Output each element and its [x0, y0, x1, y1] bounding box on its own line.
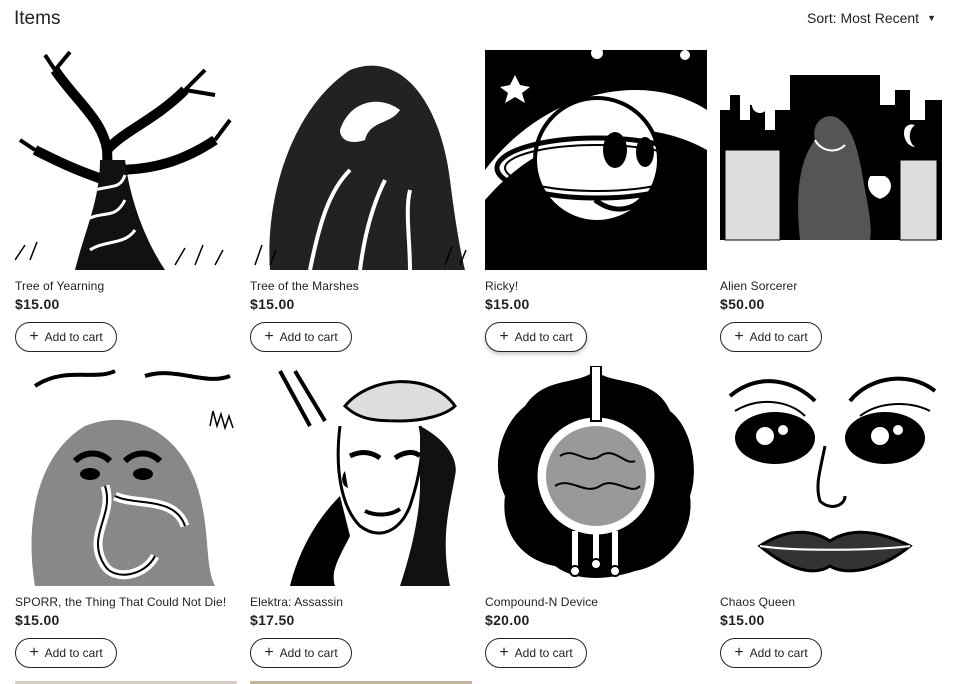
add-to-cart-label: Add to cart — [44, 646, 103, 660]
add-to-cart-button[interactable]: + Add to cart — [15, 322, 117, 352]
add-to-cart-label: Add to cart — [279, 330, 338, 344]
alien-sorcerer-artwork — [720, 50, 942, 270]
add-to-cart-button[interactable]: + Add to cart — [15, 638, 117, 668]
add-to-cart-label: Add to cart — [749, 646, 808, 660]
compound-n-artwork — [485, 366, 707, 586]
plus-icon: + — [734, 644, 744, 661]
elektra-artwork — [250, 366, 472, 586]
listing-card[interactable]: Tree of the Marshes $15.00 + Add to cart — [250, 50, 472, 352]
listing-card[interactable]: Chaos Queen $15.00 + Add to cart — [720, 366, 942, 668]
ricky-planet-artwork — [485, 50, 707, 270]
sort-label: Sort: Most Recent — [807, 10, 920, 26]
add-to-cart-label: Add to cart — [749, 330, 808, 344]
sporr-artwork — [15, 366, 237, 586]
sort-dropdown[interactable]: Sort: Most Recent ▼ — [807, 10, 936, 26]
listing-price: $15.00 — [485, 296, 530, 312]
listing-title[interactable]: Tree of Yearning — [15, 279, 237, 293]
listing-card[interactable]: SPORR, the Thing That Could Not Die! $15… — [15, 366, 237, 668]
add-to-cart-button[interactable]: + Add to cart — [250, 322, 352, 352]
plus-icon: + — [499, 644, 509, 661]
add-to-cart-button[interactable]: + Add to cart — [485, 322, 587, 352]
listing-image[interactable] — [485, 366, 707, 586]
add-to-cart-label: Add to cart — [44, 330, 103, 344]
add-to-cart-button[interactable]: + Add to cart — [720, 638, 822, 668]
listing-price: $17.50 — [250, 612, 295, 628]
plus-icon: + — [264, 328, 274, 345]
listing-image[interactable] — [250, 50, 472, 270]
listing-image[interactable] — [250, 366, 472, 586]
listing-price: $15.00 — [250, 296, 295, 312]
listing-image[interactable] — [485, 50, 707, 270]
caret-down-icon: ▼ — [927, 13, 936, 23]
listing-title[interactable]: Alien Sorcerer — [720, 279, 942, 293]
listing-price: $20.00 — [485, 612, 530, 628]
listing-card[interactable]: Ricky! $15.00 + Add to cart — [485, 50, 707, 352]
listing-card[interactable]: Elektra: Assassin $17.50 + Add to cart — [250, 366, 472, 668]
plus-icon: + — [264, 644, 274, 661]
listing-title[interactable]: Chaos Queen — [720, 595, 942, 609]
items-header: Items Sort: Most Recent ▼ — [14, 8, 944, 30]
add-to-cart-button[interactable]: + Add to cart — [720, 322, 822, 352]
add-to-cart-label: Add to cart — [514, 330, 573, 344]
listing-title[interactable]: Elektra: Assassin — [250, 595, 472, 609]
add-to-cart-button[interactable]: + Add to cart — [485, 638, 587, 668]
listing-price: $50.00 — [720, 296, 765, 312]
listing-price: $15.00 — [15, 296, 60, 312]
listing-price: $15.00 — [720, 612, 765, 628]
add-to-cart-label: Add to cart — [514, 646, 573, 660]
plus-icon: + — [29, 328, 39, 345]
listing-title[interactable]: Ricky! — [485, 279, 707, 293]
listing-image[interactable] — [15, 50, 237, 270]
add-to-cart-button[interactable]: + Add to cart — [250, 638, 352, 668]
listing-card[interactable]: Compound-N Device $20.00 + Add to cart — [485, 366, 707, 668]
marsh-artwork — [250, 50, 472, 270]
listing-price: $15.00 — [15, 612, 60, 628]
listing-card[interactable]: Tree of Yearning $15.00 + Add to cart — [15, 50, 237, 352]
listing-image[interactable] — [720, 366, 942, 586]
listing-title[interactable]: Compound-N Device — [485, 595, 707, 609]
plus-icon: + — [734, 328, 744, 345]
tree-artwork — [15, 50, 237, 270]
plus-icon: + — [499, 328, 509, 345]
listing-image[interactable] — [15, 366, 237, 586]
add-to-cart-label: Add to cart — [279, 646, 338, 660]
listing-image[interactable] — [720, 50, 942, 270]
plus-icon: + — [29, 644, 39, 661]
page-title: Items — [14, 8, 61, 29]
listing-title[interactable]: Tree of the Marshes — [250, 279, 472, 293]
chaos-queen-artwork — [720, 366, 942, 586]
listing-title[interactable]: SPORR, the Thing That Could Not Die! — [15, 595, 237, 609]
listing-card[interactable]: Alien Sorcerer $50.00 + Add to cart — [720, 50, 942, 352]
